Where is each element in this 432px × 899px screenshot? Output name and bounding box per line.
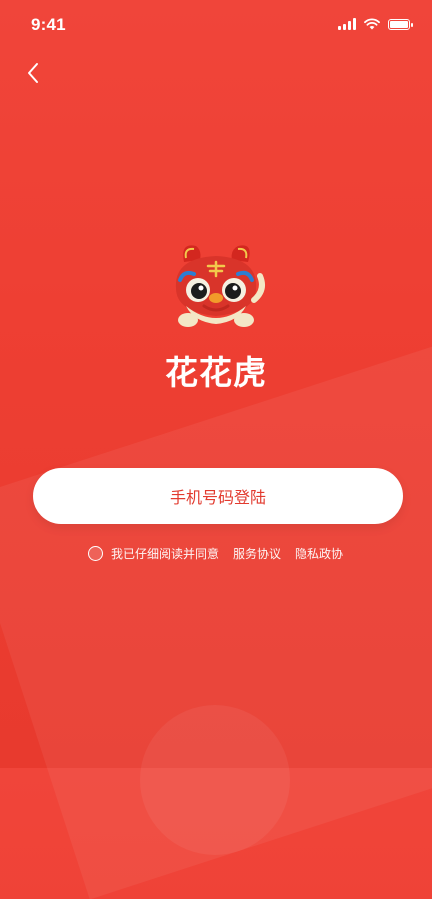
status-time: 9:41 xyxy=(31,15,66,34)
phone-login-button[interactable]: 手机号码登陆 xyxy=(33,468,403,524)
back-button[interactable] xyxy=(18,58,48,88)
agreement-row: 我已仔细阅读并同意 服务协议 隐私政协 xyxy=(88,543,343,563)
agreement-checkbox[interactable] xyxy=(88,545,103,561)
battery-icon xyxy=(388,19,413,30)
back-icon xyxy=(28,63,38,83)
wifi-icon xyxy=(364,18,380,30)
agreement-text: 我已仔细阅读并同意 xyxy=(111,546,220,561)
app-name: 花花虎 xyxy=(165,353,267,392)
status-bar: 9:41 xyxy=(0,0,432,50)
privacy-policy-link[interactable]: 隐私政协 xyxy=(295,545,343,562)
tiger-logo xyxy=(175,245,265,327)
status-icons xyxy=(338,18,413,30)
service-agreement-link[interactable]: 服务协议 xyxy=(233,545,281,562)
background-circle xyxy=(140,705,290,855)
signal-icon xyxy=(338,18,356,30)
